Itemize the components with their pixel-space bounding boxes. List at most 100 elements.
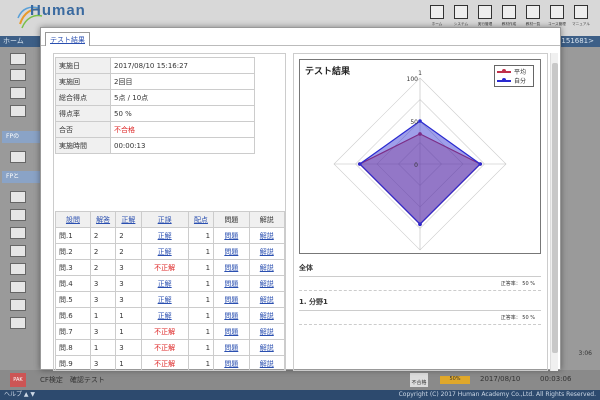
question-no: 問.8 bbox=[59, 343, 73, 352]
info-value: 50 % bbox=[110, 105, 255, 122]
tab-test-result[interactable]: テスト結果 bbox=[45, 32, 90, 46]
table-cell: 2 bbox=[89, 243, 117, 260]
score: 1 bbox=[205, 327, 211, 336]
toolbar-label: 実行管理 bbox=[477, 21, 493, 26]
judgement: 正解 bbox=[157, 231, 172, 240]
question-no: 問.4 bbox=[59, 279, 73, 288]
toolbar-label: 教材作成 bbox=[501, 21, 517, 26]
list-item[interactable] bbox=[10, 209, 26, 221]
table-cell: 3 bbox=[115, 259, 142, 276]
manage-icon bbox=[550, 5, 564, 19]
explanation-link[interactable]: 解説 bbox=[260, 344, 274, 352]
course-title[interactable]: CF検定 確認テスト bbox=[40, 375, 105, 385]
list-item[interactable] bbox=[10, 151, 26, 163]
list-item[interactable] bbox=[10, 281, 26, 293]
scroll-thumb[interactable] bbox=[552, 63, 558, 353]
column-header[interactable]: 設問 bbox=[55, 211, 91, 228]
list-icon bbox=[526, 5, 540, 19]
question-link[interactable]: 問題 bbox=[224, 344, 238, 352]
info-key: 実施時間 bbox=[55, 137, 111, 154]
table-cell: 3 bbox=[115, 339, 142, 356]
table-cell: 1 bbox=[187, 323, 215, 340]
column-header[interactable]: 正解 bbox=[115, 211, 142, 228]
info-row: 得点率 50 % bbox=[55, 105, 255, 122]
list-item[interactable] bbox=[10, 317, 26, 329]
info-row: 実施日 2017/08/10 15:16:27 bbox=[55, 57, 255, 74]
table-cell: 問題 bbox=[213, 291, 250, 308]
table-cell: 解説 bbox=[248, 323, 285, 340]
list-item[interactable] bbox=[10, 87, 26, 99]
column-header: 解説 bbox=[248, 211, 285, 228]
modal-scrollbar[interactable] bbox=[550, 53, 558, 371]
info-value: 00:00:13 bbox=[110, 137, 255, 154]
explanation-link[interactable]: 解説 bbox=[260, 360, 274, 368]
column-header[interactable]: 正誤 bbox=[140, 211, 189, 228]
list-item[interactable] bbox=[10, 69, 26, 81]
column-header[interactable]: 配点 bbox=[187, 211, 215, 228]
table-row: 問.5 3 3 正解 1 問題 解説 bbox=[55, 291, 285, 308]
column-header[interactable]: 解答 bbox=[89, 211, 117, 228]
table-cell: 問.4 bbox=[55, 275, 91, 292]
list-item[interactable] bbox=[10, 105, 26, 117]
list-item[interactable] bbox=[10, 191, 26, 203]
list-item[interactable] bbox=[10, 299, 26, 311]
group-header[interactable]: FPと bbox=[2, 171, 42, 183]
question-link[interactable]: 問題 bbox=[224, 248, 238, 256]
table-cell: 3 bbox=[89, 355, 117, 370]
question-link[interactable]: 問題 bbox=[224, 232, 238, 240]
judgement: 不正解 bbox=[154, 263, 176, 272]
question-link[interactable]: 問題 bbox=[224, 296, 238, 304]
test-result-modal: テスト結果 実施日 2017/08/10 15:16:27 実施回 2回目 総合得点 5点… bbox=[40, 27, 561, 371]
table-cell: 問.2 bbox=[55, 243, 91, 260]
question-link[interactable]: 問題 bbox=[224, 312, 238, 320]
help-link[interactable]: ヘルプ ▲ ▼ bbox=[4, 391, 35, 398]
group-header[interactable]: FPの bbox=[2, 131, 42, 143]
question-link[interactable]: 問題 bbox=[224, 264, 238, 272]
explanation-link[interactable]: 解説 bbox=[260, 280, 274, 288]
table-row: 問.6 1 1 正解 1 問題 解説 bbox=[55, 307, 285, 324]
question-link[interactable]: 問題 bbox=[224, 328, 238, 336]
table-cell: 1 bbox=[89, 307, 117, 324]
radar-chart: テスト結果 平均 自分 0 50 100 1 bbox=[299, 59, 541, 254]
toolbar-button[interactable]: マニュアル bbox=[570, 3, 592, 31]
judgement: 正解 bbox=[157, 247, 172, 256]
table-cell: 不正解 bbox=[140, 355, 189, 370]
list-item[interactable] bbox=[10, 227, 26, 239]
copyright: Copyright (C) 2017 Human Academy Co.,Ltd… bbox=[398, 391, 596, 398]
explanation-link[interactable]: 解説 bbox=[260, 248, 274, 256]
table-cell: 正解 bbox=[140, 307, 189, 324]
user-id: 151681> bbox=[561, 37, 594, 45]
info-key: 総合得点 bbox=[55, 89, 111, 106]
table-cell: 問題 bbox=[213, 355, 250, 370]
list-item[interactable] bbox=[10, 53, 26, 65]
explanation-link[interactable]: 解説 bbox=[260, 296, 274, 304]
table-cell: 3 bbox=[89, 275, 117, 292]
table-cell: 1 bbox=[187, 291, 215, 308]
table-row: 問.8 1 3 不正解 1 問題 解説 bbox=[55, 339, 285, 356]
judgement: 正解 bbox=[157, 311, 172, 320]
correct-answer: 1 bbox=[119, 359, 124, 368]
explanation-link[interactable]: 解説 bbox=[260, 232, 274, 240]
judgement: 不正解 bbox=[154, 359, 176, 368]
score: 1 bbox=[205, 231, 211, 240]
table-cell: 問.3 bbox=[55, 259, 91, 276]
list-item[interactable] bbox=[10, 245, 26, 257]
info-row: 合否 不合格 bbox=[55, 121, 255, 138]
breadcrumb-home[interactable]: ホーム bbox=[3, 37, 24, 45]
table-row: 問.7 3 1 不正解 1 問題 解説 bbox=[55, 323, 285, 340]
list-item[interactable] bbox=[10, 263, 26, 275]
explanation-link[interactable]: 解説 bbox=[260, 312, 274, 320]
question-link[interactable]: 問題 bbox=[224, 280, 238, 288]
explanation-link[interactable]: 解説 bbox=[260, 328, 274, 336]
pak-icon: PAK bbox=[10, 373, 26, 387]
footer: ヘルプ ▲ ▼ Copyright (C) 2017 Human Academy… bbox=[0, 390, 600, 400]
question-link[interactable]: 問題 bbox=[224, 360, 238, 368]
answer: 2 bbox=[93, 247, 99, 256]
left-pane: 実施日 2017/08/10 15:16:27 実施回 2回目 総合得点 5点 / 10点… bbox=[53, 53, 286, 371]
table-cell: 1 bbox=[187, 355, 215, 370]
correct-answer: 3 bbox=[119, 295, 124, 304]
table-cell: 正解 bbox=[140, 275, 189, 292]
correct-answer: 3 bbox=[119, 343, 124, 352]
explanation-link[interactable]: 解説 bbox=[260, 264, 274, 272]
toolbar-label: ホーム bbox=[431, 21, 443, 26]
